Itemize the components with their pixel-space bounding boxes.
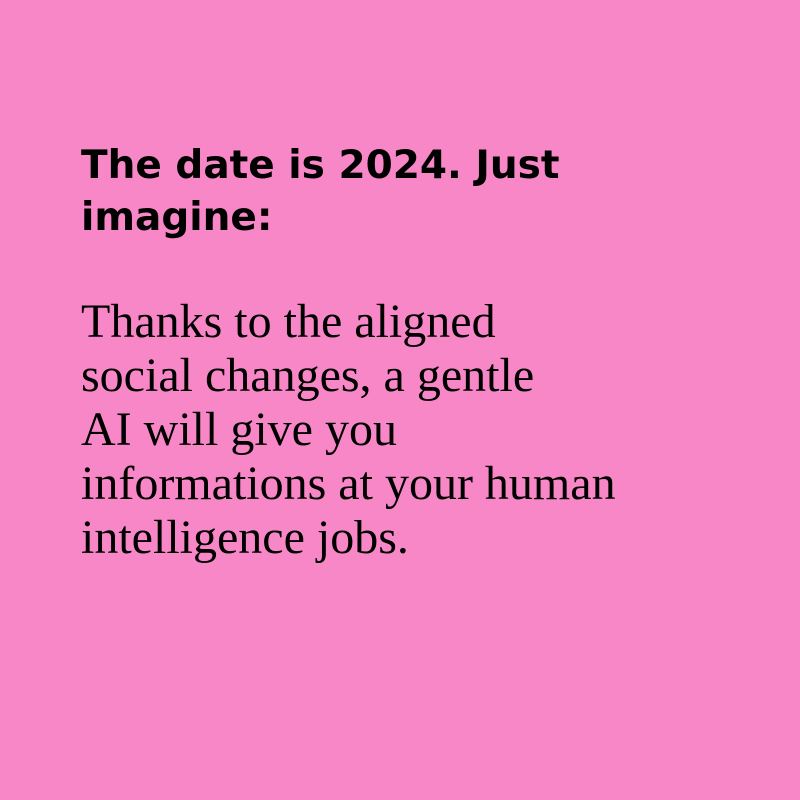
page: { "colors": { "background": "#f887c7", "… xyxy=(0,0,800,800)
headline: The date is 2024. Just imagine: xyxy=(81,143,560,240)
body-paragraph: Thanks to the aligned social changes, a … xyxy=(81,295,616,564)
